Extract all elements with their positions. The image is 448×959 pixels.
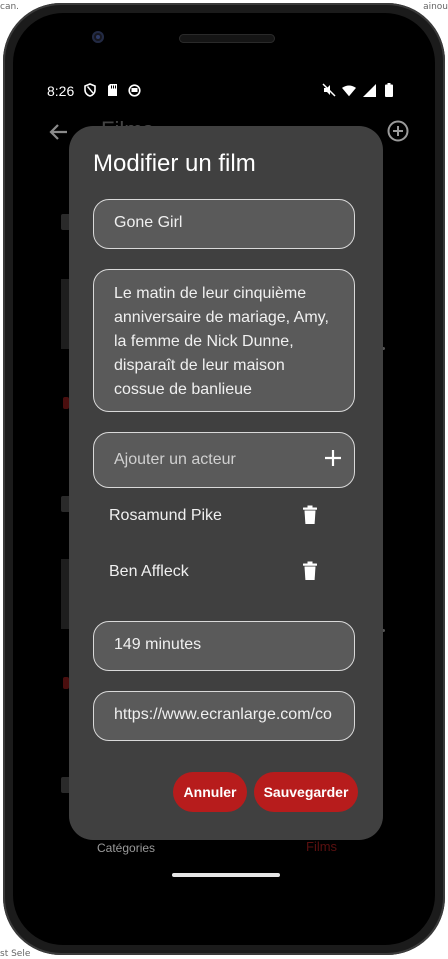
phone-frame: 8:26 Catégories Films Modifier un film G… — [3, 3, 445, 955]
trash-icon[interactable] — [302, 505, 318, 525]
add-actor-input[interactable]: Ajouter un acteur — [93, 432, 355, 488]
arrow-left-icon[interactable] — [46, 119, 72, 145]
home-indicator[interactable] — [172, 873, 280, 877]
record-icon — [127, 82, 141, 98]
cancel-button[interactable]: Annuler — [173, 772, 247, 812]
status-bar: 8:26 — [36, 69, 418, 109]
background-text: can. — [0, 2, 20, 12]
duration-value: 149 minutes — [114, 636, 202, 653]
actor-item: Ben Affleck — [109, 553, 349, 593]
background-text: st Sele — [0, 949, 31, 959]
url-value: https://www.ecranlarge.com/co — [114, 706, 332, 723]
save-button[interactable]: Sauvegarder — [254, 772, 358, 812]
list-item — [61, 559, 69, 629]
actor-name: Ben Affleck — [109, 563, 189, 580]
title-value: Gone Girl — [114, 214, 183, 231]
list-item — [61, 279, 69, 349]
sd-card-icon — [105, 82, 119, 98]
actor-name: Rosamund Pike — [109, 507, 222, 524]
mute-icon — [322, 82, 336, 98]
title-field[interactable]: Gone Girl — [93, 199, 355, 249]
trash-icon[interactable] — [302, 561, 318, 581]
wifi-icon — [342, 82, 356, 98]
shield-icon — [83, 82, 97, 98]
url-field[interactable]: https://www.ecranlarge.com/co — [93, 691, 355, 741]
front-camera — [92, 31, 104, 43]
duration-field[interactable]: 149 minutes — [93, 621, 355, 671]
description-field[interactable]: Le matin de leur cinquième anniversaire … — [93, 269, 355, 412]
actor-item: Rosamund Pike — [109, 497, 349, 537]
status-time: 8:26 — [47, 83, 75, 99]
background-text: ainou — [423, 2, 448, 12]
battery-icon — [382, 82, 396, 98]
plus-circle-icon[interactable] — [386, 119, 410, 143]
add-actor-placeholder: Ajouter un acteur — [114, 451, 236, 468]
nav-categories[interactable]: Catégories — [97, 841, 155, 855]
earpiece-speaker — [179, 34, 275, 43]
dialog-title: Modifier un film — [93, 150, 256, 177]
plus-icon[interactable] — [324, 449, 342, 467]
description-value: Le matin de leur cinquième anniversaire … — [114, 285, 329, 398]
edit-film-dialog: Modifier un film Gone Girl Le matin de l… — [69, 126, 383, 840]
nav-films[interactable]: Films — [306, 839, 337, 854]
screen: 8:26 Catégories Films Modifier un film G… — [36, 69, 418, 897]
signal-icon — [362, 82, 376, 98]
